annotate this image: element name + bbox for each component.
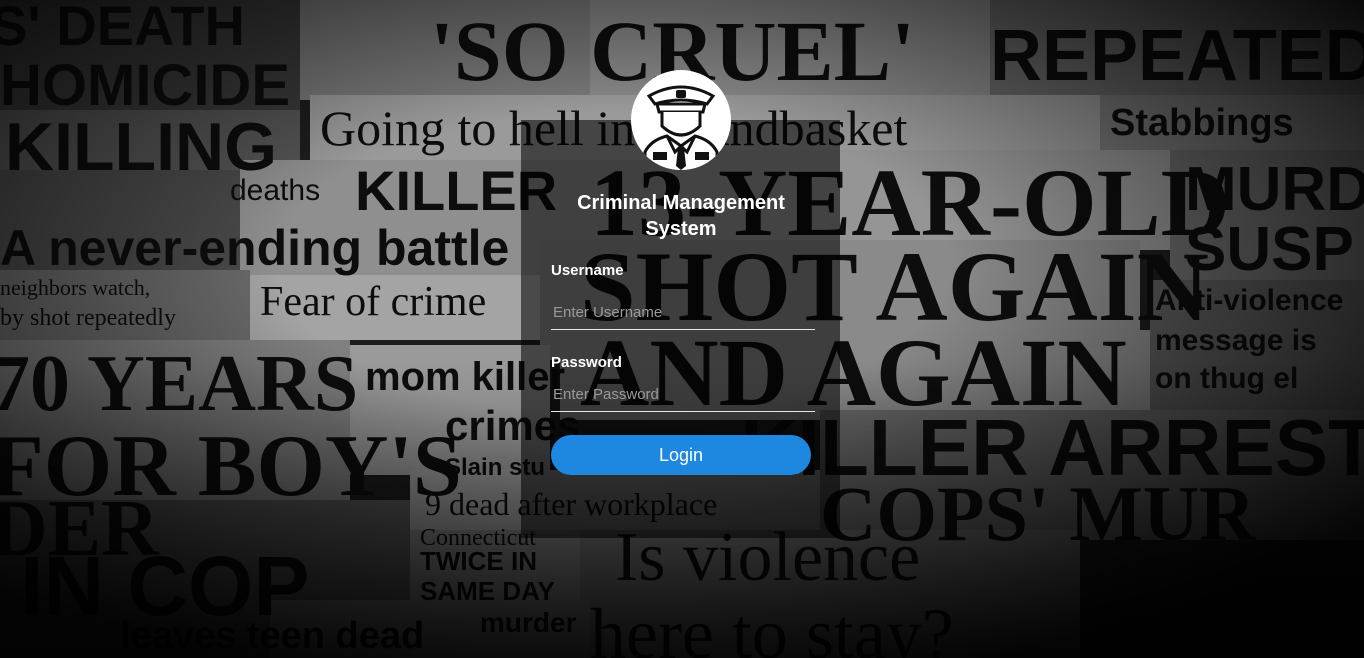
svg-text:leaves teen dead: leaves teen dead [120, 615, 424, 657]
svg-text:SAME DAY: SAME DAY [420, 576, 555, 606]
svg-text:A never-ending battle: A never-ending battle [0, 220, 509, 276]
svg-text:on thug el: on thug el [1155, 362, 1298, 395]
svg-text:Connecticut: Connecticut [420, 525, 536, 551]
police-officer-icon [631, 70, 731, 170]
username-label: Username [551, 262, 624, 279]
svg-text:Stabbings: Stabbings [1110, 102, 1294, 144]
svg-text:Anti-violence: Anti-violence [1155, 284, 1343, 317]
svg-text:here to stay?: here to stay? [590, 594, 954, 658]
svg-text:deaths: deaths [230, 174, 320, 207]
svg-text:SUSP: SUSP [1185, 215, 1354, 284]
password-input[interactable] [551, 378, 815, 412]
svg-text:neighbors watch,: neighbors watch, [0, 275, 150, 300]
svg-text:S' DEATH: S' DEATH [0, 0, 245, 57]
app-title: Criminal Management System [577, 192, 785, 240]
login-button[interactable]: Login [551, 435, 811, 475]
svg-text:MURD: MURD [1185, 155, 1364, 224]
svg-text:REPEATED: REPEATED [990, 16, 1364, 96]
svg-text:murder: murder [480, 607, 577, 638]
svg-text:Fear of crime: Fear of crime [260, 279, 486, 325]
svg-text:message is: message is [1155, 324, 1317, 357]
password-label: Password [551, 354, 622, 371]
username-input[interactable] [551, 296, 815, 330]
svg-text:by shot repeatedly: by shot repeatedly [0, 305, 176, 331]
svg-text:70 YEARS: 70 YEARS [0, 340, 358, 428]
